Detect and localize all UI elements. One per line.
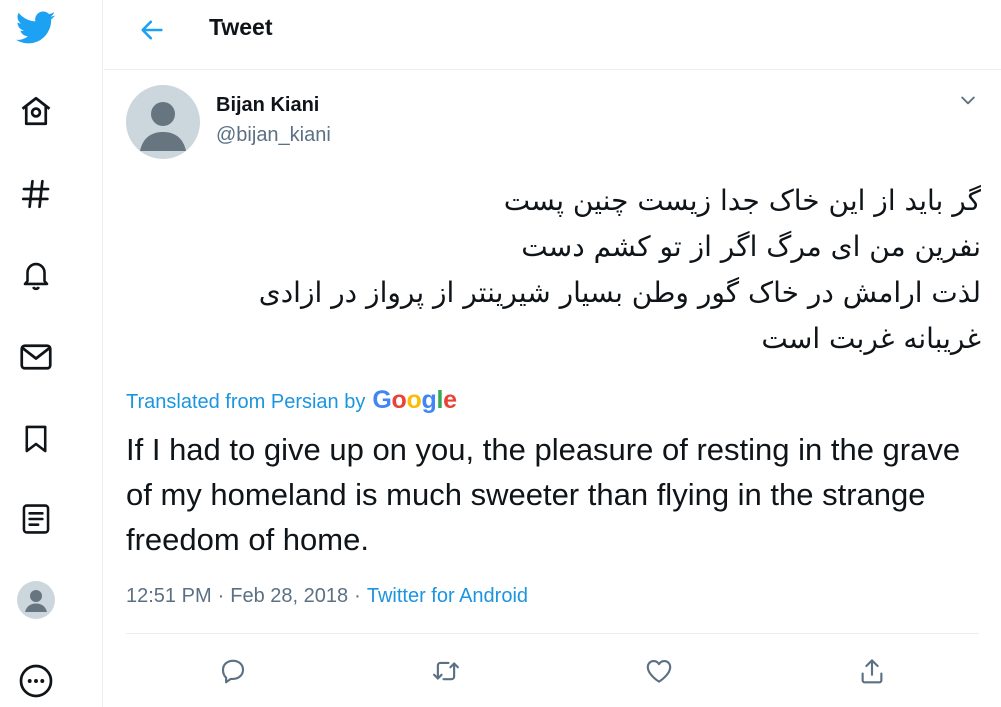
explore-hashtag-icon[interactable] xyxy=(16,174,56,214)
notifications-bell-icon[interactable] xyxy=(16,254,56,294)
share-icon[interactable] xyxy=(852,651,892,691)
meta-separator: · xyxy=(217,585,225,607)
bookmarks-icon[interactable] xyxy=(16,419,56,459)
translated-text: If I had to give up on you, the pleasure… xyxy=(126,432,961,557)
tweet-date[interactable]: Feb 28, 2018 xyxy=(230,585,348,607)
translation-attribution: Translated from Persian by Google xyxy=(126,386,457,415)
side-navigation xyxy=(0,0,103,707)
author-handle[interactable]: @bijan_kiani xyxy=(216,124,331,147)
tweet-text-line: نفرین من ای مرگ اگر از تو کشم دست xyxy=(521,230,981,263)
tweet-text-line: غریبانه غربت است xyxy=(761,322,981,355)
page-header: Tweet xyxy=(104,0,1001,70)
reply-icon[interactable] xyxy=(213,651,253,691)
tweet-source[interactable]: Twitter for Android xyxy=(367,585,528,607)
home-icon[interactable] xyxy=(16,91,56,131)
author-avatar[interactable] xyxy=(126,85,200,159)
tweet-meta: 12:51 PM · Feb 28, 2018 · Twitter for Androi… xyxy=(126,585,528,608)
meta-separator: · xyxy=(354,585,361,607)
profile-avatar-icon[interactable] xyxy=(16,580,56,620)
author-name[interactable]: Bijan Kiani xyxy=(216,94,319,117)
tweet-time[interactable]: 12:51 PM xyxy=(126,585,212,607)
like-heart-icon[interactable] xyxy=(639,651,679,691)
more-icon[interactable] xyxy=(16,661,56,701)
divider xyxy=(126,633,979,634)
lists-icon[interactable] xyxy=(16,499,56,539)
messages-envelope-icon[interactable] xyxy=(16,337,56,377)
retweet-icon[interactable] xyxy=(426,651,466,691)
tweet-text-line: لذت ارامش در خاک گور وطن بسیار شیرینتر ا… xyxy=(258,276,981,309)
tweet-text: گر باید از این خاک جدا زیست چنین پست نفر… xyxy=(126,178,981,362)
twitter-logo-icon[interactable] xyxy=(16,8,56,48)
translated-label[interactable]: Translated from Persian by xyxy=(126,391,365,414)
back-arrow-icon[interactable] xyxy=(132,10,172,50)
tweet-text-line: گر باید از این خاک جدا زیست چنین پست xyxy=(503,184,981,217)
chevron-down-icon[interactable] xyxy=(954,86,982,114)
google-logo: Google xyxy=(372,386,457,414)
page-title: Tweet xyxy=(209,14,273,40)
